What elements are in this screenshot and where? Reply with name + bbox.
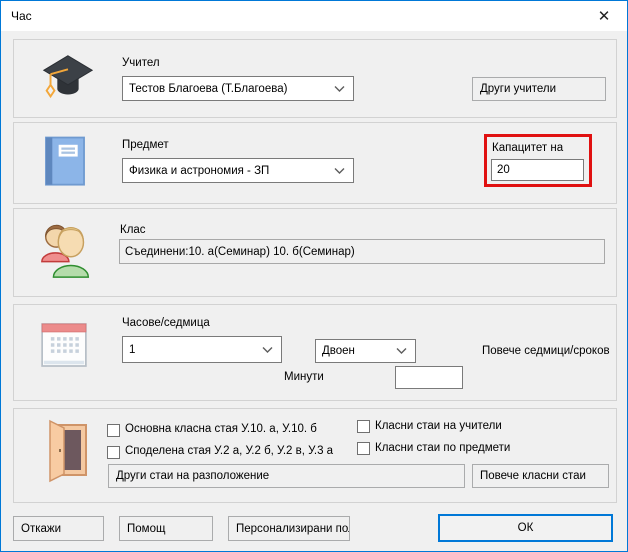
custom-fields-button[interactable]: Персонализирани полета — [228, 516, 350, 541]
minutes-label: Минути — [284, 371, 324, 383]
capacity-label: Капацитет на — [492, 142, 563, 154]
hours-per-week-label: Часове/седмица — [122, 317, 210, 329]
more-weeks-terms-label: Повече седмици/сроков — [482, 345, 610, 357]
graduation-cap-icon — [36, 48, 98, 110]
class-label: Клас — [120, 224, 146, 236]
subject-select[interactable]: Физика и астрономия - ЗП — [122, 158, 354, 183]
main-classroom-checkbox[interactable] — [107, 424, 120, 437]
lesson-type-select[interactable]: Двоен — [315, 339, 416, 363]
minutes-input[interactable] — [395, 366, 463, 389]
capacity-input[interactable] — [491, 159, 584, 181]
subject-rooms-checkbox[interactable] — [357, 442, 370, 455]
lesson-type-value: Двоен — [322, 345, 355, 357]
class-field: Съединени:10. а(Семинар) 10. б(Семинар) — [119, 239, 605, 264]
help-button[interactable]: Помощ — [119, 516, 213, 541]
other-available-rooms-button[interactable]: Други стаи на разположение — [108, 464, 465, 488]
subject-label: Предмет — [122, 139, 169, 151]
subject-section: Предмет Физика и астрономия - ЗП Капацит… — [13, 122, 617, 204]
more-classrooms-button[interactable]: Повече класни стаи — [472, 464, 609, 488]
chevron-down-icon — [396, 348, 407, 355]
other-teachers-button[interactable]: Други учители — [472, 77, 606, 101]
hours-per-week-value: 1 — [129, 344, 135, 356]
teacher-label: Учител — [122, 57, 160, 69]
main-classroom-label: Основна класна стая У.10. а, У.10. б — [125, 423, 317, 435]
class-section: Клас Съединени:10. а(Семинар) 10. б(Семи… — [13, 208, 617, 297]
rooms-section: Основна класна стая У.10. а, У.10. б Спо… — [13, 408, 617, 503]
book-icon — [36, 133, 94, 191]
teacher-select[interactable]: Тестов Благоева (Т.Благоева) — [122, 76, 354, 101]
hours-per-week-select[interactable]: 1 — [122, 336, 282, 363]
subject-rooms-label: Класни стаи по предмети — [375, 442, 510, 454]
ok-button[interactable]: ОК — [438, 514, 613, 542]
calendar-icon — [36, 317, 92, 373]
subject-selected-value: Физика и астрономия - ЗП — [129, 165, 269, 177]
door-icon — [42, 419, 94, 485]
shared-room-label: Споделена стая У.2 а, У.2 б, У.2 в, У.3 … — [125, 445, 333, 457]
teacher-section: Учител Тестов Благоева (Т.Благоева) Друг… — [13, 39, 617, 118]
cancel-button[interactable]: Откажи — [13, 516, 104, 541]
chevron-down-icon — [334, 167, 345, 174]
students-icon — [36, 217, 98, 283]
lesson-dialog: Час ✕ Учител Тестов Благоева (Т.Благоева… — [0, 0, 628, 552]
hours-section: Часове/седмица 1 Двоен Повече седмици/ср… — [13, 304, 617, 401]
close-icon[interactable]: ✕ — [587, 1, 621, 31]
teacher-rooms-checkbox[interactable] — [357, 420, 370, 433]
title-bar: Час ✕ — [1, 1, 627, 31]
class-value: Съединени:10. а(Семинар) 10. б(Семинар) — [125, 246, 355, 258]
window-title: Час — [11, 9, 32, 23]
teacher-selected-value: Тестов Благоева (Т.Благоева) — [129, 83, 287, 95]
chevron-down-icon — [262, 346, 273, 353]
shared-room-checkbox[interactable] — [107, 446, 120, 459]
chevron-down-icon — [334, 85, 345, 92]
teacher-rooms-label: Класни стаи на учители — [375, 420, 502, 432]
